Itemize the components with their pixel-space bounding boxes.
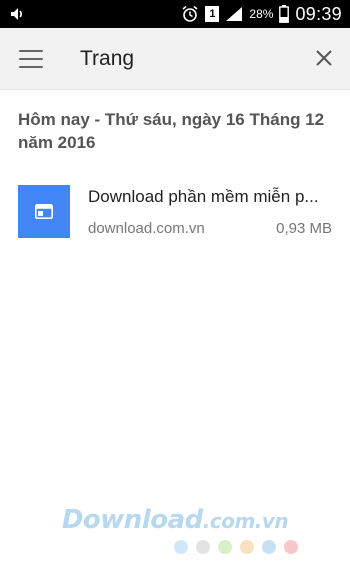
battery-percent: 28% xyxy=(249,7,274,21)
watermark-logo: Download.com.vn xyxy=(0,505,350,535)
history-item-size: 0,93 MB xyxy=(276,220,332,237)
watermark-suffix: .com.vn xyxy=(202,509,289,533)
volume-icon xyxy=(10,7,26,21)
close-icon[interactable] xyxy=(315,49,333,67)
menu-bar xyxy=(19,57,43,60)
history-item-domain: download.com.vn xyxy=(88,220,205,237)
menu-icon[interactable] xyxy=(19,49,43,68)
status-bar: 1 28% 09:39 xyxy=(0,0,350,28)
page-title: Trang xyxy=(80,46,135,70)
signal-icon xyxy=(225,6,243,22)
date-header: Hôm nay - Thứ sáu, ngày 16 Tháng 12 năm … xyxy=(18,110,325,152)
menu-bar xyxy=(19,65,43,68)
battery-icon xyxy=(279,5,290,23)
sim-indicator: 1 xyxy=(205,6,220,22)
alarm-icon xyxy=(181,5,199,23)
clock: 09:39 xyxy=(295,3,342,24)
watermark-dot xyxy=(284,540,298,554)
toolbar: Trang xyxy=(0,28,350,90)
watermark-dot xyxy=(262,540,276,554)
watermark-dot xyxy=(196,540,210,554)
history-item[interactable]: Download phần mềm miễn p... download.com… xyxy=(0,182,350,242)
watermark-dot xyxy=(174,540,188,554)
watermark-brand: Download xyxy=(61,505,203,535)
watermark-dot xyxy=(240,540,254,554)
web-page-icon xyxy=(18,185,70,238)
menu-bar xyxy=(19,49,43,52)
watermark-dot xyxy=(218,540,232,554)
watermark-dots xyxy=(174,540,298,554)
history-item-title: Download phần mềm miễn p... xyxy=(88,187,319,206)
